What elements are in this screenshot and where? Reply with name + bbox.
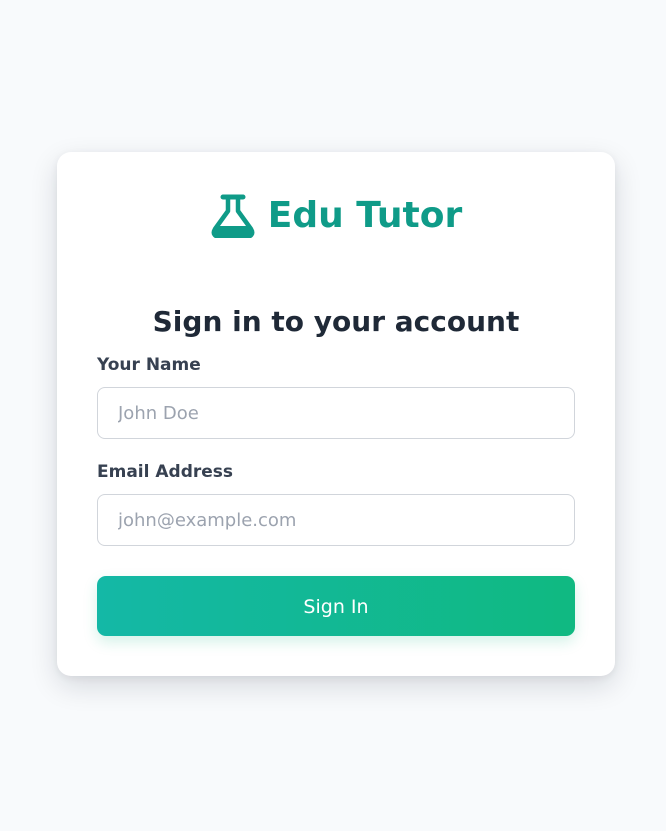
brand-header: Edu Tutor — [57, 192, 615, 240]
sign-in-button[interactable]: Sign In — [97, 576, 575, 636]
email-label: Email Address — [97, 462, 234, 482]
name-field[interactable] — [97, 387, 575, 439]
page-title: Sign in to your account — [152, 304, 520, 338]
flask-icon — [210, 194, 256, 238]
brand-name: Edu Tutor — [267, 195, 463, 236]
email-field[interactable] — [97, 494, 575, 546]
name-label: Your Name — [97, 355, 201, 375]
signin-card: Edu Tutor Sign in to your account Your N… — [57, 152, 615, 676]
